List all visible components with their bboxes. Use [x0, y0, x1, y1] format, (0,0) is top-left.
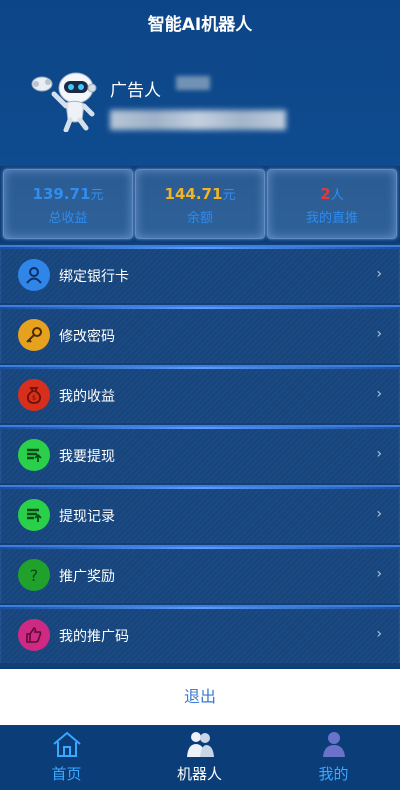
robot-tab-icon: [186, 732, 214, 757]
menu-item-my-earnings[interactable]: $ 我的收益 ›: [0, 365, 400, 423]
stat-label: 我的直推: [305, 211, 358, 226]
blurred-name-suffix: [176, 76, 210, 90]
stat-direct-referrals[interactable]: 2人 我的直推: [267, 169, 397, 239]
chevron-right-icon: ›: [376, 626, 382, 642]
withdraw-icon: [18, 439, 50, 471]
menu-item-bind-bank-card[interactable]: 绑定银行卡 ›: [0, 245, 400, 303]
menu-label: 我的推广码: [59, 629, 129, 645]
stat-unit: 元: [90, 188, 104, 203]
stat-total-income[interactable]: 139.71元 总收益: [3, 169, 133, 239]
profile-header: 智能AI机器人 广告人: [0, 0, 400, 166]
menu-item-change-password[interactable]: 修改密码 ›: [0, 305, 400, 363]
blurred-account-info: [110, 110, 286, 130]
menu-item-my-referral-code[interactable]: 我的推广码 ›: [0, 605, 400, 663]
stat-label: 总收益: [48, 211, 88, 226]
menu-label: 我要提现: [59, 449, 115, 465]
menu-label: 修改密码: [59, 329, 115, 345]
menu-label: 提现记录: [59, 509, 115, 525]
svg-text:$: $: [32, 394, 36, 402]
menu-list: 绑定银行卡 › 修改密码 › $ 我的收益 › 我要提现 › 提现记录 › ? …: [0, 243, 400, 667]
robot-avatar-icon: [31, 72, 97, 132]
tab-label: 机器人: [176, 765, 222, 783]
chevron-right-icon: ›: [376, 266, 382, 282]
chevron-right-icon: ›: [376, 566, 382, 582]
profile-icon: [322, 732, 345, 757]
question-icon: ?: [18, 559, 50, 591]
tab-home[interactable]: 首页: [0, 725, 133, 790]
bottom-tab-bar: 首页 机器人 我的: [0, 725, 400, 790]
menu-item-withdraw-records[interactable]: 提现记录 ›: [0, 485, 400, 543]
menu-label: 绑定银行卡: [59, 269, 129, 285]
menu-item-withdraw[interactable]: 我要提现 ›: [0, 425, 400, 483]
user-icon: [18, 259, 50, 291]
user-name: 广告人: [110, 81, 161, 101]
stats-bar: 139.71元 总收益 144.71元 余额 2人 我的直推: [0, 166, 400, 242]
home-icon: [52, 731, 81, 757]
menu-label: 我的收益: [59, 389, 115, 405]
chevron-right-icon: ›: [376, 386, 382, 402]
stat-value: 2: [320, 185, 331, 203]
stat-label: 余额: [186, 211, 213, 226]
stat-unit: 元: [222, 188, 236, 203]
key-icon: [18, 319, 50, 351]
thumbs-up-icon: [18, 619, 50, 651]
money-bag-icon: $: [18, 379, 50, 411]
page-title: 智能AI机器人: [147, 15, 253, 35]
stat-value: 144.71: [164, 185, 223, 203]
chevron-right-icon: ›: [376, 446, 382, 462]
withdraw-record-icon: [18, 499, 50, 531]
logout-button[interactable]: 退出: [0, 669, 400, 725]
tab-label: 我的: [318, 765, 349, 783]
stat-value: 139.71: [32, 185, 91, 203]
tab-mine[interactable]: 我的: [267, 725, 400, 790]
stat-unit: 人: [330, 188, 344, 203]
stat-balance[interactable]: 144.71元 余额: [135, 169, 265, 239]
chevron-right-icon: ›: [376, 326, 382, 342]
svg-text:?: ?: [30, 566, 39, 585]
tab-robot[interactable]: 机器人: [133, 725, 266, 790]
tab-label: 首页: [51, 765, 82, 783]
menu-label: 推广奖励: [59, 569, 115, 585]
chevron-right-icon: ›: [376, 506, 382, 522]
menu-item-promotion-rewards[interactable]: ? 推广奖励 ›: [0, 545, 400, 603]
